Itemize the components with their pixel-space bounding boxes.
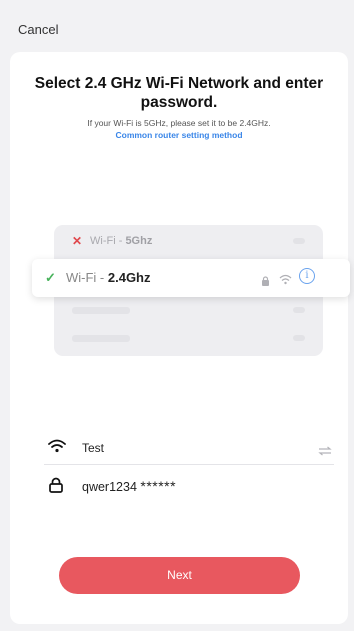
wifi-icon xyxy=(48,439,66,458)
lock-icon xyxy=(48,477,64,498)
setup-card: Select 2.4 GHz Wi-Fi Network and enter p… xyxy=(10,52,350,624)
top-bar: Cancel xyxy=(0,0,354,50)
wifi-5ghz-row: ✕ Wi-Fi - 5Ghz xyxy=(54,225,323,257)
password-field[interactable]: qwer1234 ****** xyxy=(44,472,334,502)
placeholder-dot xyxy=(293,335,305,341)
info-icon: i xyxy=(299,268,315,284)
placeholder-bar xyxy=(72,307,130,314)
wifi-24ghz-label: Wi-Fi - 2.4Ghz xyxy=(66,270,151,285)
router-setting-link[interactable]: Common router setting method xyxy=(20,130,338,141)
wifi-24ghz-row: ✓ Wi-Fi - 2.4Ghz i xyxy=(32,259,350,297)
switch-network-icon[interactable] xyxy=(318,443,332,461)
x-icon: ✕ xyxy=(72,234,83,248)
wifi-name-value: Test xyxy=(82,441,105,455)
lock-icon xyxy=(261,273,270,291)
placeholder-bar xyxy=(72,335,130,342)
subtitle-text: If your Wi-Fi is 5GHz, please set it to … xyxy=(87,118,271,128)
wifi-name-field[interactable]: Test xyxy=(44,434,334,465)
next-button[interactable]: Next xyxy=(59,557,300,594)
page-title: Select 2.4 GHz Wi-Fi Network and enter p… xyxy=(34,75,324,111)
wifi-signal-icon xyxy=(279,272,292,290)
placeholder-dot xyxy=(293,307,305,313)
placeholder-dot xyxy=(293,238,305,244)
cancel-button[interactable]: Cancel xyxy=(18,22,58,37)
check-icon: ✓ xyxy=(45,270,56,285)
wifi-5ghz-label: Wi-Fi - 5Ghz xyxy=(90,235,153,247)
password-value: qwer1234 ****** xyxy=(82,478,177,494)
